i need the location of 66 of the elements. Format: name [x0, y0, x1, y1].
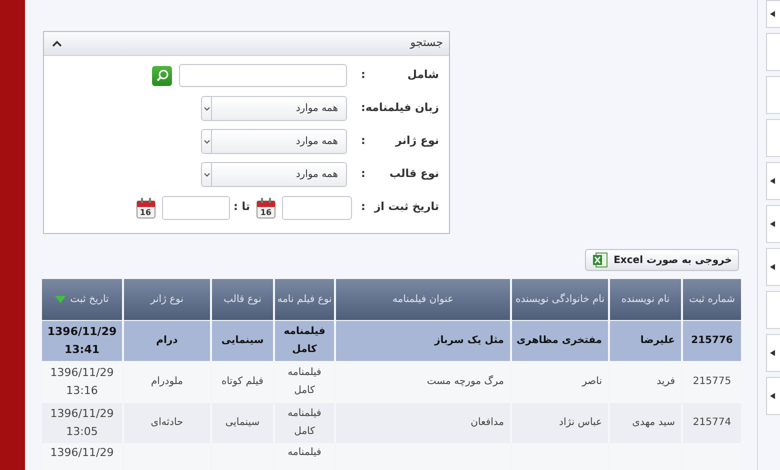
column-header[interactable]: نوع ژانر — [123, 279, 211, 320]
table-cell: 215776 — [691, 334, 733, 346]
label-colon: : — [361, 199, 366, 216]
arrow-icon — [770, 393, 775, 399]
arrow-icon — [770, 11, 775, 17]
arrow-icon — [770, 264, 775, 270]
spreadsheet-icon — [592, 252, 608, 268]
table-cell: علیرضا — [640, 334, 675, 346]
table-cell: فرید — [656, 376, 675, 386]
column-header[interactable]: تاریخ ثبت — [41, 279, 123, 320]
column-header[interactable]: نام خانوادگی نویسنده — [511, 279, 609, 320]
dropdown[interactable]: همه موارد — [201, 162, 347, 187]
field-label: نوع قالب — [390, 166, 439, 182]
table-cell: سینمایی — [221, 334, 264, 346]
table-cell: سینمایی — [225, 416, 260, 428]
field-label: زبان فیلمنامه — [366, 100, 439, 116]
dropdown[interactable]: همه موارد — [201, 96, 347, 121]
table-cell: 1396/11/29 13:16 — [50, 366, 114, 396]
column-header[interactable]: نام نویسنده — [609, 279, 682, 320]
table-cell: مفتخری مظاهری — [516, 334, 602, 346]
table-cell: ناصر — [582, 376, 602, 386]
field-label: تاریخ ثبت از — [374, 199, 439, 216]
table-cell: 215774 — [692, 416, 732, 428]
arrow-icon — [770, 178, 775, 184]
caret-icon — [204, 140, 210, 144]
column-header[interactable]: شماره ثبت — [682, 279, 742, 320]
to-label: تا : — [234, 199, 250, 216]
field-label: نوع ژانر — [396, 133, 439, 150]
column-header[interactable]: نوع فیلم نامه — [274, 279, 335, 320]
table-cell: 215775 — [692, 376, 732, 386]
search-icon — [156, 69, 168, 82]
table-cell: عباس نژاد — [559, 416, 602, 428]
arrow-icon — [770, 221, 775, 227]
date-input[interactable] — [282, 196, 352, 220]
column-header[interactable]: نوع قالب — [211, 279, 274, 320]
search-button[interactable] — [152, 66, 172, 86]
table-cell: فیلمنامه کامل — [284, 326, 326, 354]
table-cell: مدافعان — [470, 416, 504, 428]
label-colon: : — [361, 67, 366, 84]
label-colon: : — [361, 100, 366, 116]
export-excel-button[interactable]: خروجی به صورت Excel — [585, 249, 739, 271]
text-input[interactable] — [179, 64, 347, 87]
table-cell: فیلمنامه — [288, 446, 322, 458]
table-cell: سید مهدی — [632, 416, 675, 428]
table-cell: مثل یک سرباز — [434, 334, 504, 346]
date-input[interactable] — [162, 196, 230, 220]
table-cell: ملودرام — [150, 376, 184, 386]
sort-descending-icon — [55, 296, 66, 303]
label-colon: : — [361, 133, 366, 150]
table-cell: درام — [156, 334, 178, 346]
dropdown[interactable]: همه موارد — [201, 129, 347, 154]
table-cell: حادثه‌ای — [150, 416, 184, 428]
table-cell: فیلمنامه کامل — [288, 366, 322, 396]
panel-title: جستجو — [410, 35, 443, 52]
table-cell: فیلمنامه کامل — [288, 408, 322, 436]
table-cell: 1396/11/29 13:41 — [47, 324, 117, 356]
caret-icon — [204, 106, 210, 110]
arrow-icon — [770, 350, 775, 356]
table-cell: 1396/11/29 — [50, 446, 114, 458]
label-colon: : — [361, 166, 366, 182]
column-header[interactable]: عنوان فیلمنامه — [335, 279, 511, 320]
caret-icon — [204, 172, 210, 176]
table-cell: فیلم کوتاه — [222, 376, 264, 386]
table-cell: 1396/11/29 13:05 — [50, 406, 114, 438]
table-cell: مرگ مورچه مست — [426, 376, 504, 386]
field-label: شامل — [407, 67, 439, 84]
